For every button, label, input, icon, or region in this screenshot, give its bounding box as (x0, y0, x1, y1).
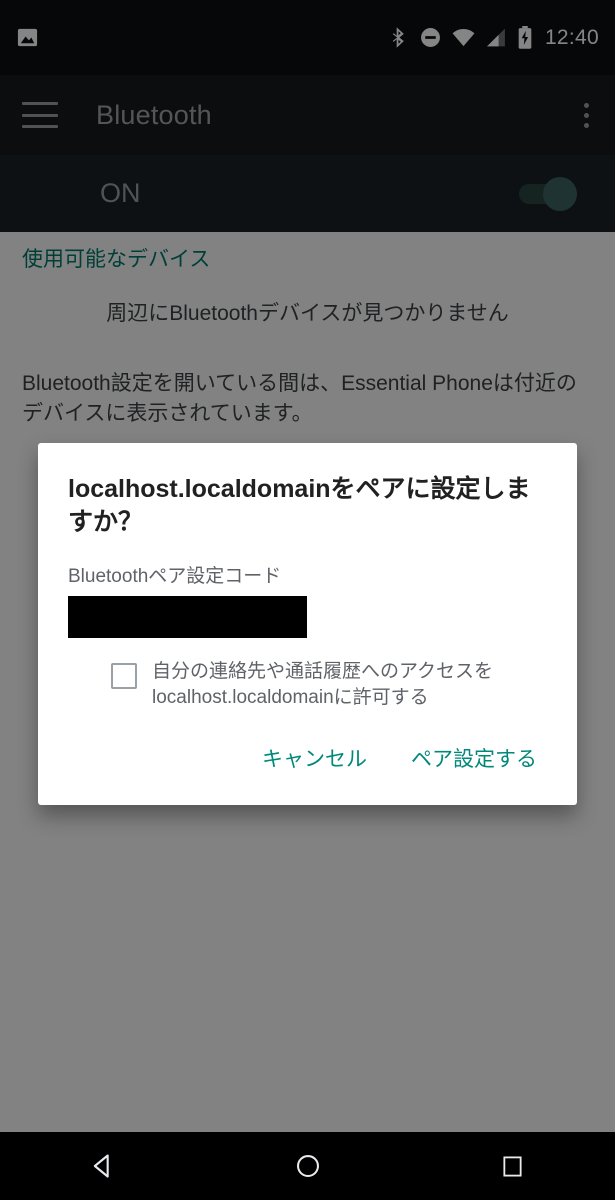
home-circle-icon[interactable] (273, 1141, 343, 1191)
recents-square-icon[interactable] (478, 1141, 548, 1191)
contacts-permission-label: 自分の連絡先や通話履歴へのアクセスをlocalhost.localdomainに… (152, 661, 494, 709)
dialog-actions: キャンセル ペア設定する (68, 735, 547, 795)
contacts-permission-checkbox[interactable] (111, 663, 137, 689)
navigation-bar (0, 1132, 615, 1200)
pair-button[interactable]: ペア設定する (401, 735, 547, 781)
android-screen: 12:40 Bluetooth ON 使用可能なデバイス 周辺にBluetoot… (0, 0, 615, 1200)
bluetooth-pairing-dialog: localhost.localdomainをペアに設定しますか？ Bluetoo… (38, 443, 577, 806)
back-triangle-icon[interactable] (68, 1141, 138, 1191)
contacts-permission-row[interactable]: 自分の連絡先や通話履歴へのアクセスをlocalhost.localdomainに… (68, 659, 547, 711)
pairing-code-input[interactable] (68, 596, 307, 638)
dialog-title: localhost.localdomainをペアに設定しますか？ (68, 475, 531, 536)
cancel-button[interactable]: キャンセル (252, 735, 377, 781)
pairing-code-label: Bluetoothペア設定コード (68, 566, 282, 587)
